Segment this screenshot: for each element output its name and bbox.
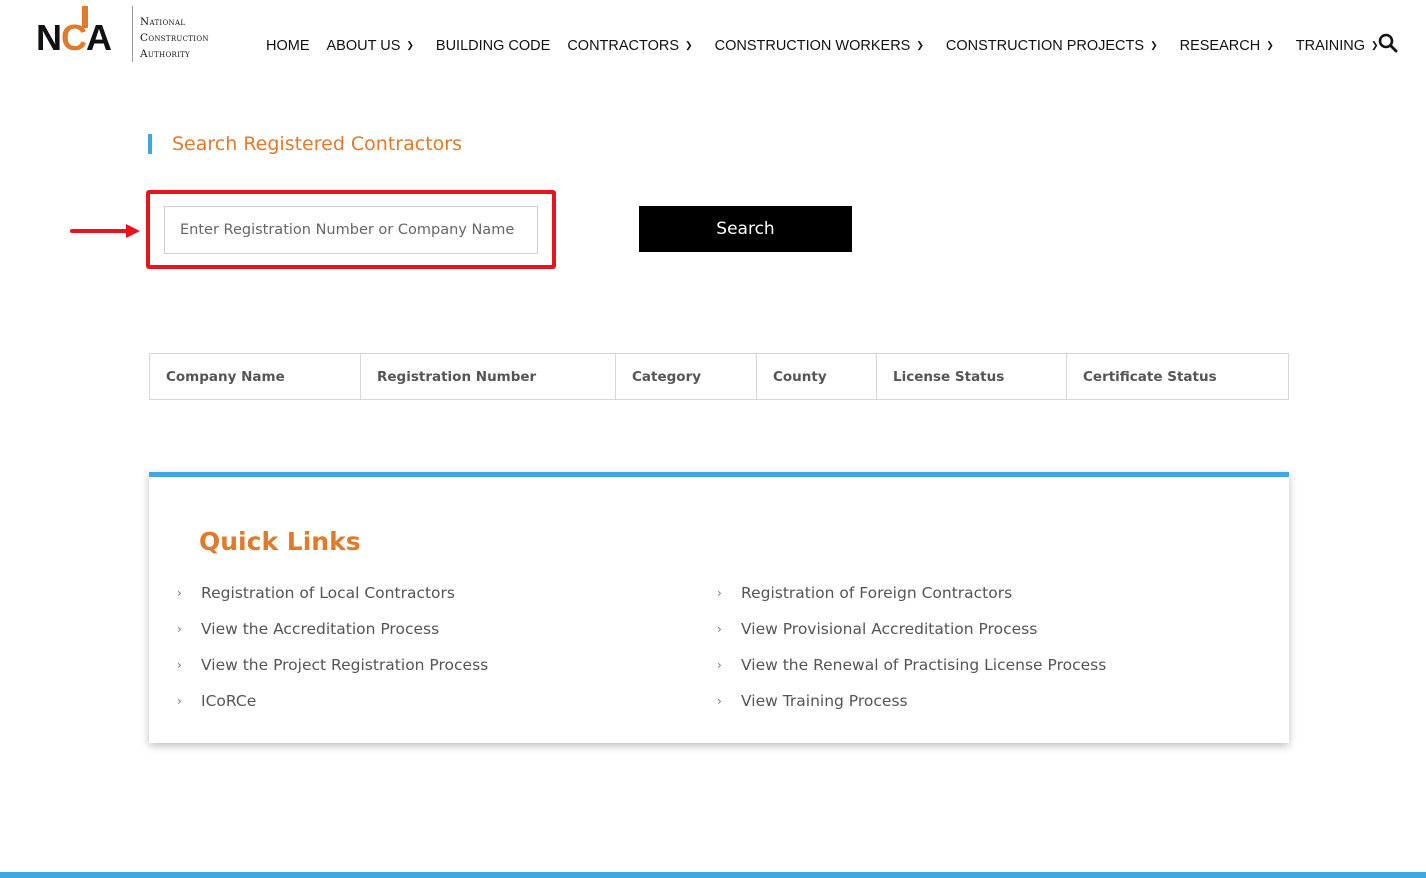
chevron-down-icon: ❯ bbox=[406, 39, 414, 50]
nav-item-about-us[interactable]: ABOUT US ❯ bbox=[327, 38, 414, 54]
page-title: Search Registered Contractors bbox=[172, 133, 462, 155]
footer-accent-bar bbox=[0, 872, 1426, 878]
table-header-registration-number: Registration Number bbox=[360, 353, 616, 400]
logo-divider bbox=[132, 6, 133, 62]
search-button[interactable]: Search bbox=[639, 206, 852, 252]
logo-text: National Construction Authority bbox=[140, 16, 209, 60]
quick-link-provisional-accreditation[interactable]: › View Provisional Accreditation Process bbox=[717, 611, 1106, 647]
nav-item-construction-projects[interactable]: CONSTRUCTION PROJECTS ❯ bbox=[946, 38, 1158, 54]
arrow-right-icon bbox=[70, 224, 140, 238]
chevron-down-icon: ❯ bbox=[685, 39, 693, 50]
chevron-right-icon: › bbox=[717, 622, 722, 636]
chevron-right-icon: › bbox=[177, 622, 182, 636]
quick-links-card: Quick Links › Registration of Local Contr… bbox=[149, 472, 1289, 743]
nav-item-home[interactable]: HOME bbox=[266, 38, 310, 54]
chevron-down-icon: ❯ bbox=[916, 39, 924, 50]
chevron-down-icon: ❯ bbox=[1150, 39, 1158, 50]
logo-mark: NCA bbox=[36, 17, 112, 58]
chevron-down-icon: ❯ bbox=[1266, 39, 1274, 50]
quick-link-training-process[interactable]: › View Training Process bbox=[717, 683, 1106, 719]
quick-link-registration-foreign[interactable]: › Registration of Foreign Contractors bbox=[717, 575, 1106, 611]
nca-logo[interactable]: NCA National Construction Authority bbox=[36, 6, 236, 64]
quick-link-registration-local[interactable]: › Registration of Local Contractors bbox=[177, 575, 488, 611]
table-header-row: Company Name Registration Number Categor… bbox=[149, 353, 1289, 400]
site-header: NCA National Construction Authority HOME… bbox=[0, 0, 1426, 90]
results-table: Company Name Registration Number Categor… bbox=[149, 353, 1289, 400]
quick-link-accreditation-process[interactable]: › View the Accreditation Process bbox=[177, 611, 488, 647]
quick-link-project-registration[interactable]: › View the Project Registration Process bbox=[177, 647, 488, 683]
quick-links-title: Quick Links bbox=[199, 527, 361, 556]
title-accent-bar bbox=[148, 134, 152, 154]
chevron-right-icon: › bbox=[177, 586, 182, 600]
chevron-right-icon: › bbox=[717, 694, 722, 708]
quick-links-left-column: › Registration of Local Contractors › View… bbox=[177, 575, 488, 719]
chevron-right-icon: › bbox=[177, 658, 182, 672]
nav-item-building-code[interactable]: BUILDING CODE bbox=[436, 38, 550, 54]
quick-link-license-renewal[interactable]: › View the Renewal of Practising License … bbox=[717, 647, 1106, 683]
table-header-certificate-status: Certificate Status bbox=[1066, 353, 1289, 400]
search-input[interactable] bbox=[164, 206, 538, 254]
table-header-county: County bbox=[756, 353, 877, 400]
table-header-category: Category bbox=[615, 353, 757, 400]
chevron-right-icon: › bbox=[717, 658, 722, 672]
nav-item-research[interactable]: RESEARCH ❯ bbox=[1180, 38, 1274, 54]
nav-item-contractors[interactable]: CONTRACTORS ❯ bbox=[567, 38, 692, 54]
section-title: Search Registered Contractors bbox=[148, 133, 462, 155]
search-icon[interactable] bbox=[1378, 33, 1398, 53]
nav-item-construction-workers[interactable]: CONSTRUCTION WORKERS ❯ bbox=[715, 38, 924, 54]
main-nav: HOME ABOUT US ❯ BUILDING CODE CONTRACTORS… bbox=[266, 37, 1379, 55]
quick-link-icorce[interactable]: › ICoRCe bbox=[177, 683, 488, 719]
quick-links-right-column: › Registration of Foreign Contractors › Vi… bbox=[717, 575, 1106, 719]
table-header-company-name: Company Name bbox=[149, 353, 361, 400]
table-header-license-status: License Status bbox=[876, 353, 1067, 400]
chevron-right-icon: › bbox=[717, 586, 722, 600]
chevron-right-icon: › bbox=[177, 694, 182, 708]
nav-item-training[interactable]: TRAINING ❯ bbox=[1296, 38, 1379, 54]
